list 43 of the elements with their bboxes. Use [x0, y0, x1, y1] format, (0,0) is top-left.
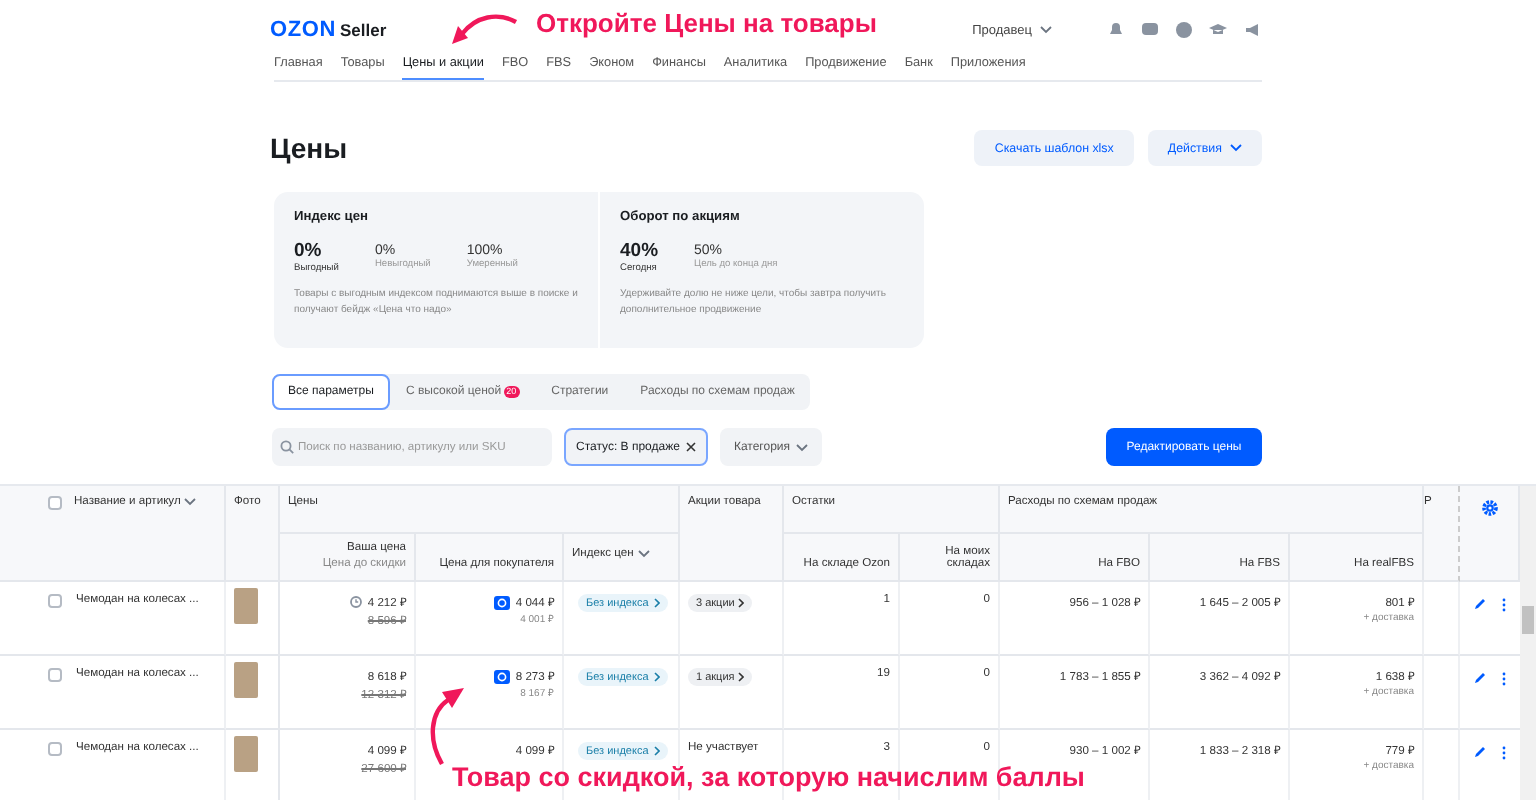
chevron-right-icon	[654, 746, 661, 756]
graduation-cap-icon[interactable]	[1208, 20, 1228, 40]
pencil-icon[interactable]	[1473, 746, 1486, 758]
card-icon	[493, 595, 510, 609]
megaphone-icon[interactable]	[1242, 20, 1262, 40]
annotation-text: Откройте Цены на товары	[536, 8, 877, 38]
settings-icon[interactable]	[1481, 500, 1497, 516]
logo-subtitle: Seller	[339, 20, 387, 40]
stat-value: 40%	[620, 240, 659, 262]
chevron-right-icon	[654, 598, 661, 608]
close-icon[interactable]	[685, 442, 696, 452]
notification-icon[interactable]	[1106, 20, 1126, 40]
pencil-icon[interactable]	[1473, 672, 1486, 684]
pencil-icon[interactable]	[1473, 598, 1486, 610]
page-title: Цены	[270, 132, 348, 164]
more-icon[interactable]	[1502, 598, 1507, 612]
photo-placeholder	[234, 588, 258, 624]
row-checkbox[interactable]	[48, 668, 62, 682]
more-icon[interactable]	[1502, 746, 1507, 760]
row-checkbox[interactable]	[48, 742, 62, 756]
scrollbar[interactable]	[1520, 486, 1536, 800]
card-icon	[493, 669, 510, 683]
chevron-down-icon	[1040, 26, 1052, 34]
chevron-down-icon	[1230, 144, 1242, 152]
more-icon[interactable]	[1502, 672, 1507, 686]
annotation-text: Товар со скидкой, за которую начислим баллы	[452, 762, 1085, 792]
chevron-right-icon	[654, 672, 661, 682]
row-checkbox[interactable]	[48, 594, 62, 608]
photo-placeholder	[234, 736, 258, 772]
chevron-down-icon	[184, 498, 197, 506]
photo-placeholder	[234, 662, 258, 698]
help-icon[interactable]	[1174, 20, 1194, 40]
scrollbar-thumb[interactable]	[1522, 606, 1534, 634]
stat-value: 0%	[294, 240, 324, 262]
search-icon	[280, 440, 294, 454]
logo-text: OZON	[270, 18, 336, 42]
chevron-down-icon	[637, 550, 650, 558]
chevron-right-icon	[738, 598, 745, 608]
chat-icon[interactable]	[1140, 20, 1160, 40]
chevron-down-icon	[796, 443, 809, 451]
clock-icon	[349, 596, 362, 608]
select-all-checkbox[interactable]	[48, 496, 62, 510]
chevron-right-icon	[738, 672, 745, 682]
